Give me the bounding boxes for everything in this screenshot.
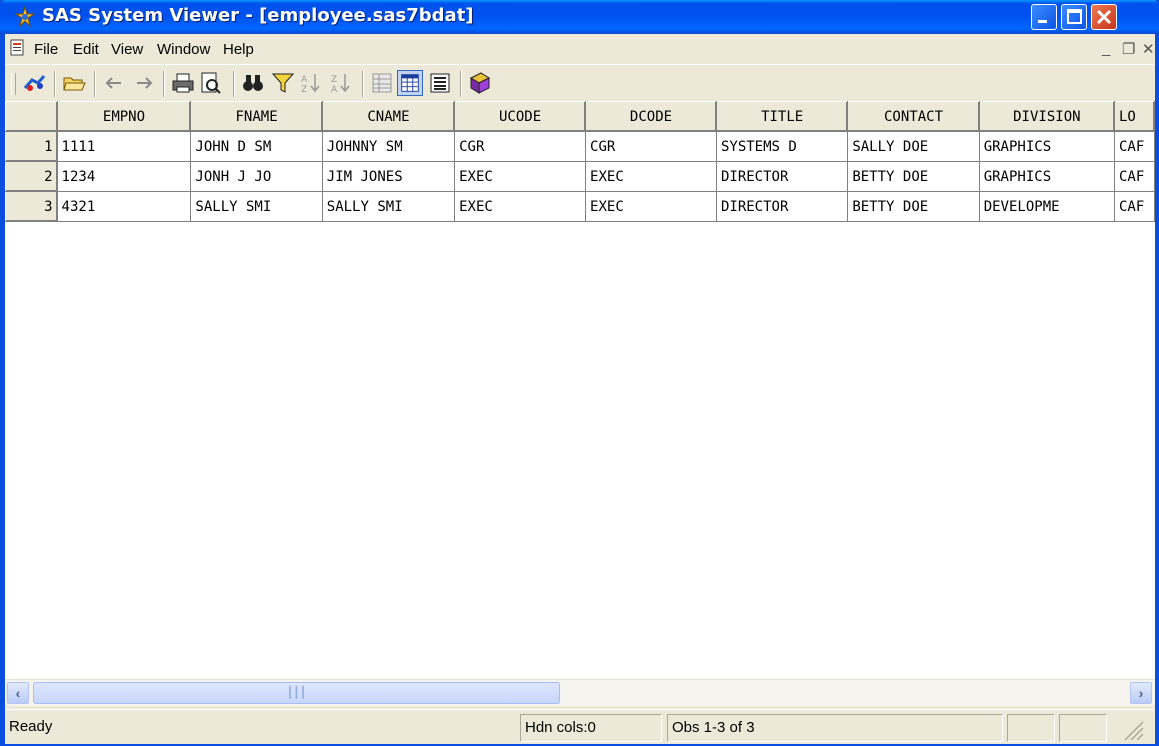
print-icon[interactable] <box>170 70 196 96</box>
row-number[interactable]: 2 <box>5 161 58 192</box>
data-table: EMPNO FNAME CNAME UCODE DCODE TITLE CONT… <box>5 101 1155 222</box>
row-number[interactable]: 3 <box>5 191 58 222</box>
forward-arrow-icon[interactable] <box>131 70 157 96</box>
corner-cell[interactable] <box>5 101 58 132</box>
child-restore-icon[interactable]: ❐ <box>1122 40 1135 58</box>
table-cell[interactable]: DEVELOPME <box>978 191 1116 222</box>
table-cell[interactable]: JOHN D SM <box>190 131 323 162</box>
table-cell[interactable]: GRAPHICS <box>978 131 1116 162</box>
column-header[interactable]: EMPNO <box>56 101 192 132</box>
status-pane-empty <box>1007 714 1055 742</box>
data-grid-area: EMPNO FNAME CNAME UCODE DCODE TITLE CONT… <box>5 101 1155 679</box>
header-row: EMPNO FNAME CNAME UCODE DCODE TITLE CONT… <box>5 101 1155 132</box>
table-view-icon[interactable] <box>397 70 423 96</box>
observations-count: Obs 1-3 of 3 <box>667 714 1003 742</box>
status-pane-empty <box>1059 714 1107 742</box>
column-header[interactable]: FNAME <box>190 101 323 132</box>
sas-app-icon <box>14 6 36 28</box>
table-row[interactable]: 1 1111 JOHN D SM JOHNNY SM CGR CGR SYSTE… <box>5 131 1155 162</box>
table-cell[interactable]: EXEC <box>454 161 587 192</box>
svg-text:A: A <box>331 85 338 95</box>
application-window: SAS System Viewer - [employee.sas7bdat] … <box>0 0 1159 746</box>
form-view-icon[interactable] <box>427 70 453 96</box>
table-cell[interactable]: EXEC <box>585 161 717 192</box>
document-window-icon[interactable] <box>9 39 27 57</box>
table-cell[interactable]: SALLY SMI <box>190 191 323 222</box>
close-icon <box>1096 9 1112 25</box>
column-view-icon[interactable] <box>369 70 395 96</box>
resize-grip-icon[interactable] <box>1111 714 1151 742</box>
table-cell[interactable]: SALLY SMI <box>321 191 456 222</box>
toolbar: A Z Z A <box>5 64 1155 102</box>
sort-ascending-icon[interactable]: A Z <box>298 70 324 96</box>
close-button[interactable] <box>1091 4 1117 30</box>
column-header[interactable]: CONTACT <box>847 101 980 132</box>
column-header[interactable]: CNAME <box>321 101 456 132</box>
scroll-right-icon[interactable]: › <box>1130 682 1152 704</box>
column-header[interactable]: TITLE <box>715 101 849 132</box>
table-cell[interactable]: DIRECTOR <box>715 161 849 192</box>
table-cell[interactable]: CAF <box>1114 161 1155 192</box>
maximize-button[interactable] <box>1061 4 1087 30</box>
menu-file[interactable]: File <box>34 41 58 58</box>
table-cell[interactable]: EXEC <box>585 191 717 222</box>
row-number[interactable]: 1 <box>5 131 58 162</box>
svg-text:Z: Z <box>301 85 307 95</box>
open-data-icon[interactable] <box>22 70 48 96</box>
table-cell[interactable]: BETTY DOE <box>847 191 980 222</box>
svg-text:Z: Z <box>331 75 337 85</box>
back-arrow-icon[interactable] <box>101 70 127 96</box>
menu-edit[interactable]: Edit <box>73 41 99 58</box>
toolbar-grip[interactable] <box>11 73 16 95</box>
horizontal-scrollbar[interactable]: ‹ ┃┃┃ › <box>5 679 1155 706</box>
menu-window[interactable]: Window <box>157 41 210 58</box>
status-text: Ready <box>9 718 53 735</box>
table-cell[interactable]: 1234 <box>56 161 192 192</box>
title-bar[interactable]: SAS System Viewer - [employee.sas7bdat] <box>0 0 1159 34</box>
table-cell[interactable]: SALLY DOE <box>847 131 980 162</box>
table-cell[interactable]: GRAPHICS <box>978 161 1116 192</box>
menu-view[interactable]: View <box>111 41 143 58</box>
scroll-left-icon[interactable]: ‹ <box>7 682 29 704</box>
table-cell[interactable]: DIRECTOR <box>715 191 849 222</box>
child-close-icon[interactable]: ✕ <box>1142 40 1155 58</box>
hidden-columns-count: Hdn cols:0 <box>520 714 662 742</box>
table-cell[interactable]: CAF <box>1114 191 1155 222</box>
menu-help[interactable]: Help <box>223 41 254 58</box>
table-cell[interactable]: SYSTEMS D <box>715 131 849 162</box>
table-cell[interactable]: BETTY DOE <box>847 161 980 192</box>
table-cell[interactable]: 1111 <box>56 131 192 162</box>
column-header[interactable]: UCODE <box>454 101 587 132</box>
print-preview-icon[interactable] <box>198 70 224 96</box>
open-folder-icon[interactable] <box>61 70 87 96</box>
svg-text:A: A <box>301 75 308 85</box>
minimize-button[interactable] <box>1031 4 1057 30</box>
child-minimize-icon[interactable]: _ <box>1102 40 1110 57</box>
window-title: SAS System Viewer - [employee.sas7bdat] <box>42 5 474 26</box>
table-cell[interactable]: JIM JONES <box>321 161 456 192</box>
column-header[interactable]: DIVISION <box>978 101 1116 132</box>
column-header[interactable]: DCODE <box>585 101 717 132</box>
menu-bar: File Edit View Window Help _ ❐ ✕ <box>5 34 1155 65</box>
scroll-thumb[interactable]: ┃┃┃ <box>33 682 560 704</box>
table-cell[interactable]: CGR <box>585 131 717 162</box>
table-row[interactable]: 3 4321 SALLY SMI SALLY SMI EXEC EXEC DIR… <box>5 191 1155 222</box>
column-header[interactable]: LO <box>1114 101 1155 132</box>
sort-descending-icon[interactable]: Z A <box>328 70 354 96</box>
table-cell[interactable]: CAF <box>1114 131 1155 162</box>
status-bar: Ready Hdn cols:0 Obs 1-3 of 3 <box>5 709 1155 744</box>
table-cell[interactable]: JONH J JO <box>190 161 323 192</box>
find-icon[interactable] <box>240 70 266 96</box>
filter-icon[interactable] <box>270 70 296 96</box>
minimize-icon <box>1038 20 1047 23</box>
table-cell[interactable]: EXEC <box>454 191 587 222</box>
table-cell[interactable]: 4321 <box>56 191 192 222</box>
table-cell[interactable]: JOHNNY SM <box>321 131 456 162</box>
table-cell[interactable]: CGR <box>454 131 587 162</box>
help-book-icon[interactable] <box>467 70 493 96</box>
maximize-icon <box>1067 9 1082 24</box>
table-row[interactable]: 2 1234 JONH J JO JIM JONES EXEC EXEC DIR… <box>5 161 1155 192</box>
